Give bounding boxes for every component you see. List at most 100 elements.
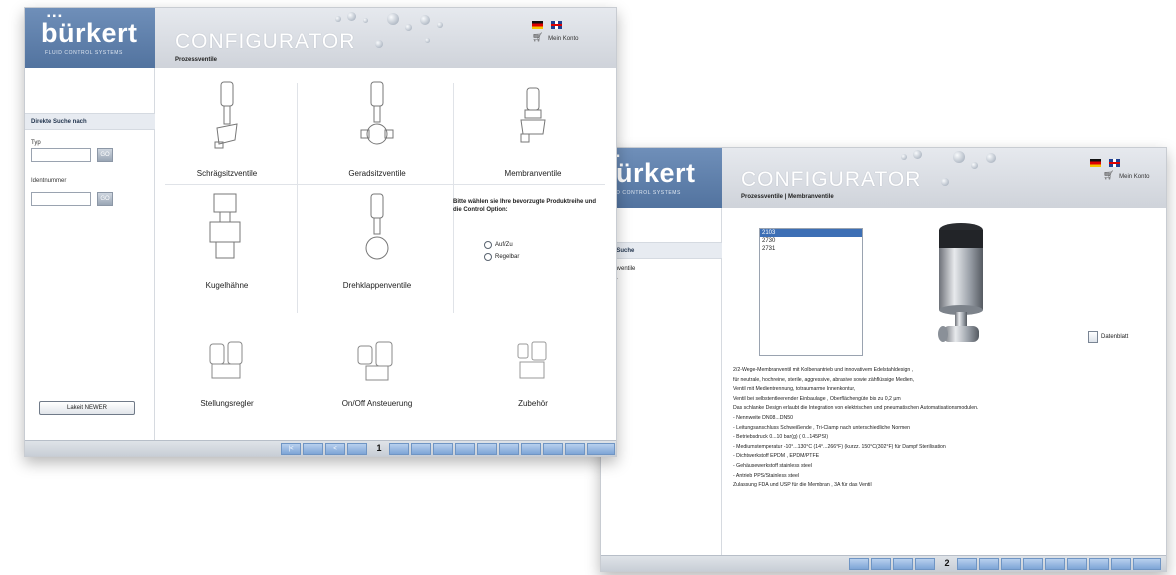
- page-step-button[interactable]: [1067, 558, 1087, 570]
- page-step-button[interactable]: [303, 443, 323, 455]
- page-step-button[interactable]: [957, 558, 977, 570]
- page-step-button[interactable]: [543, 443, 563, 455]
- product-label: Membranventile: [504, 169, 562, 178]
- page-step-button[interactable]: [871, 558, 891, 570]
- product-label: Kugelhähne: [205, 281, 249, 290]
- page-step-button[interactable]: [389, 443, 409, 455]
- radio-regelbar[interactable]: Regelbar: [484, 253, 519, 261]
- product-label: Stellungsregler: [200, 399, 254, 408]
- page-step-button[interactable]: [979, 558, 999, 570]
- brand-subtitle: FLUID CONTROL SYSTEMS: [45, 50, 123, 56]
- product-kugelhahn[interactable]: Kugelhähne: [157, 190, 297, 290]
- uk-flag-icon[interactable]: [551, 20, 563, 29]
- account-area[interactable]: 🛒︎ Mein Konto: [1103, 170, 1149, 181]
- list-item[interactable]: 2731: [760, 245, 862, 253]
- datasheet-link[interactable]: Datenblatt: [1088, 331, 1128, 343]
- product-label: Geradsitzventile: [348, 169, 406, 178]
- product-stellungsregler[interactable]: Stellungsregler: [157, 338, 297, 408]
- list-item[interactable]: 2103: [760, 229, 862, 237]
- description-line: - Mediumstemperatur -10°...130°C (14°...…: [733, 443, 946, 450]
- radio-button[interactable]: [484, 241, 492, 249]
- butterfly-valve-icon: [365, 193, 389, 260]
- page-step-button[interactable]: [433, 443, 453, 455]
- type-label: Typ: [31, 140, 41, 146]
- description-line: für neutrale, hochreine, sterile, aggres…: [733, 376, 915, 383]
- page-step-button[interactable]: [893, 558, 913, 570]
- diaphragm-valve-icon: [520, 87, 546, 143]
- page-step-button[interactable]: [1045, 558, 1065, 570]
- type-input[interactable]: [31, 148, 91, 162]
- cart-icon[interactable]: 🛒︎: [532, 32, 543, 42]
- document-icon: [1088, 331, 1098, 343]
- page-step-button[interactable]: [411, 443, 431, 455]
- ident-go-button[interactable]: GO: [97, 192, 113, 206]
- product-description: 2/2-Wege-Membranventil mit Kolbenantrieb…: [733, 366, 1133, 491]
- description-line: Das schlanke Design erlaubt die Integrat…: [733, 405, 979, 412]
- description-line: - Betriebsdruck 0...10 bar(g) ( 0...145P…: [733, 434, 829, 441]
- grid-divider: [297, 83, 298, 313]
- prev-page-button[interactable]: <: [325, 443, 345, 455]
- account-area[interactable]: 🛒︎ Mein Konto: [532, 32, 578, 43]
- page-step-button[interactable]: [1001, 558, 1021, 570]
- valve-product-image: [938, 223, 983, 342]
- cart-icon[interactable]: 🛒︎: [1103, 170, 1114, 180]
- onoff-control-icon: [357, 341, 393, 381]
- ball-valve-icon: [209, 193, 241, 259]
- account-link[interactable]: Mein Konto: [548, 36, 578, 42]
- product-geradsitz[interactable]: Geradsitzventile: [307, 78, 447, 178]
- product-onoff[interactable]: On/Off Ansteuerung: [307, 338, 447, 408]
- current-page: 2: [944, 558, 950, 568]
- list-item[interactable]: 2730: [760, 237, 862, 245]
- ident-label: Identnummer: [31, 178, 67, 184]
- breadcrumb[interactable]: Prozessventile | Membranventile: [741, 194, 834, 200]
- decorative-bubbles: [325, 10, 465, 60]
- uk-flag-icon[interactable]: [1109, 158, 1121, 167]
- page-step-button[interactable]: [1111, 558, 1131, 570]
- globe-valve-icon: [360, 81, 394, 145]
- description-line: - Gehäusewerkstoff stainless steel: [733, 462, 812, 469]
- angle-seat-valve-icon: [214, 81, 238, 149]
- product-label: Drehklappenventile: [342, 281, 412, 290]
- description-line: - Nennweite DN08...DN50: [733, 414, 793, 421]
- page-step-button[interactable]: [565, 443, 585, 455]
- radio-auf-zu[interactable]: Auf/Zu: [484, 241, 513, 249]
- product-label: Schrägsitzventile: [196, 169, 258, 178]
- product-zubehoer[interactable]: Zubehör: [463, 338, 603, 408]
- sidebar-action-button[interactable]: Lakeit NEWER: [39, 401, 135, 415]
- type-select-list[interactable]: 2103 2730 2731: [759, 228, 863, 356]
- radio-button[interactable]: [484, 253, 492, 261]
- current-page: 1: [376, 443, 382, 453]
- next-page-button[interactable]: [1133, 558, 1161, 570]
- radio-label: Auf/Zu: [495, 242, 513, 248]
- product-drehklappe[interactable]: Drehklappenventile: [307, 190, 447, 290]
- ident-input[interactable]: [31, 192, 91, 206]
- description-line: Zulassung FDA und USP für die Membran , …: [733, 482, 872, 489]
- page-step-button[interactable]: [499, 443, 519, 455]
- german-flag-icon[interactable]: [1090, 158, 1101, 167]
- page-step-button[interactable]: [1089, 558, 1109, 570]
- radio-label: Regelbar: [495, 254, 520, 260]
- next-page-button[interactable]: [587, 443, 615, 455]
- account-link[interactable]: Mein Konto: [1119, 174, 1149, 180]
- option-instruction: Bitte wählen sie Ihre bevorzugte Produkt…: [453, 199, 597, 213]
- page-step-button[interactable]: [521, 443, 541, 455]
- page-step-button[interactable]: [1023, 558, 1043, 570]
- page-step-button[interactable]: [347, 443, 367, 455]
- type-go-button[interactable]: GO: [97, 148, 113, 162]
- page-step-button[interactable]: [477, 443, 497, 455]
- first-page-button[interactable]: |<: [281, 443, 301, 455]
- product-label: Zubehör: [518, 399, 548, 408]
- description-line: Ventil mit Medientrennung, totraumarme I…: [733, 386, 856, 393]
- german-flag-icon[interactable]: [532, 20, 543, 29]
- product-label: On/Off Ansteuerung: [341, 399, 413, 408]
- page-step-button[interactable]: [915, 558, 935, 570]
- product-membran[interactable]: Membranventile: [463, 78, 603, 178]
- breadcrumb[interactable]: Prozessventile: [175, 57, 217, 63]
- sidebar: ter Suche mbranventile gelbar: [601, 208, 722, 555]
- brand-logo-box[interactable]: ▪▪▪ bürkert FLUID CONTROL SYSTEMS: [601, 148, 722, 208]
- page-step-button[interactable]: [455, 443, 475, 455]
- brand-logo-box[interactable]: ▪▪▪ bürkert FLUID CONTROL SYSTEMS: [25, 8, 155, 68]
- product-schraegsitz[interactable]: Schrägsitzventile: [157, 78, 297, 178]
- direct-search-heading: Direkte Suche nach: [25, 113, 155, 130]
- first-page-button[interactable]: [849, 558, 869, 570]
